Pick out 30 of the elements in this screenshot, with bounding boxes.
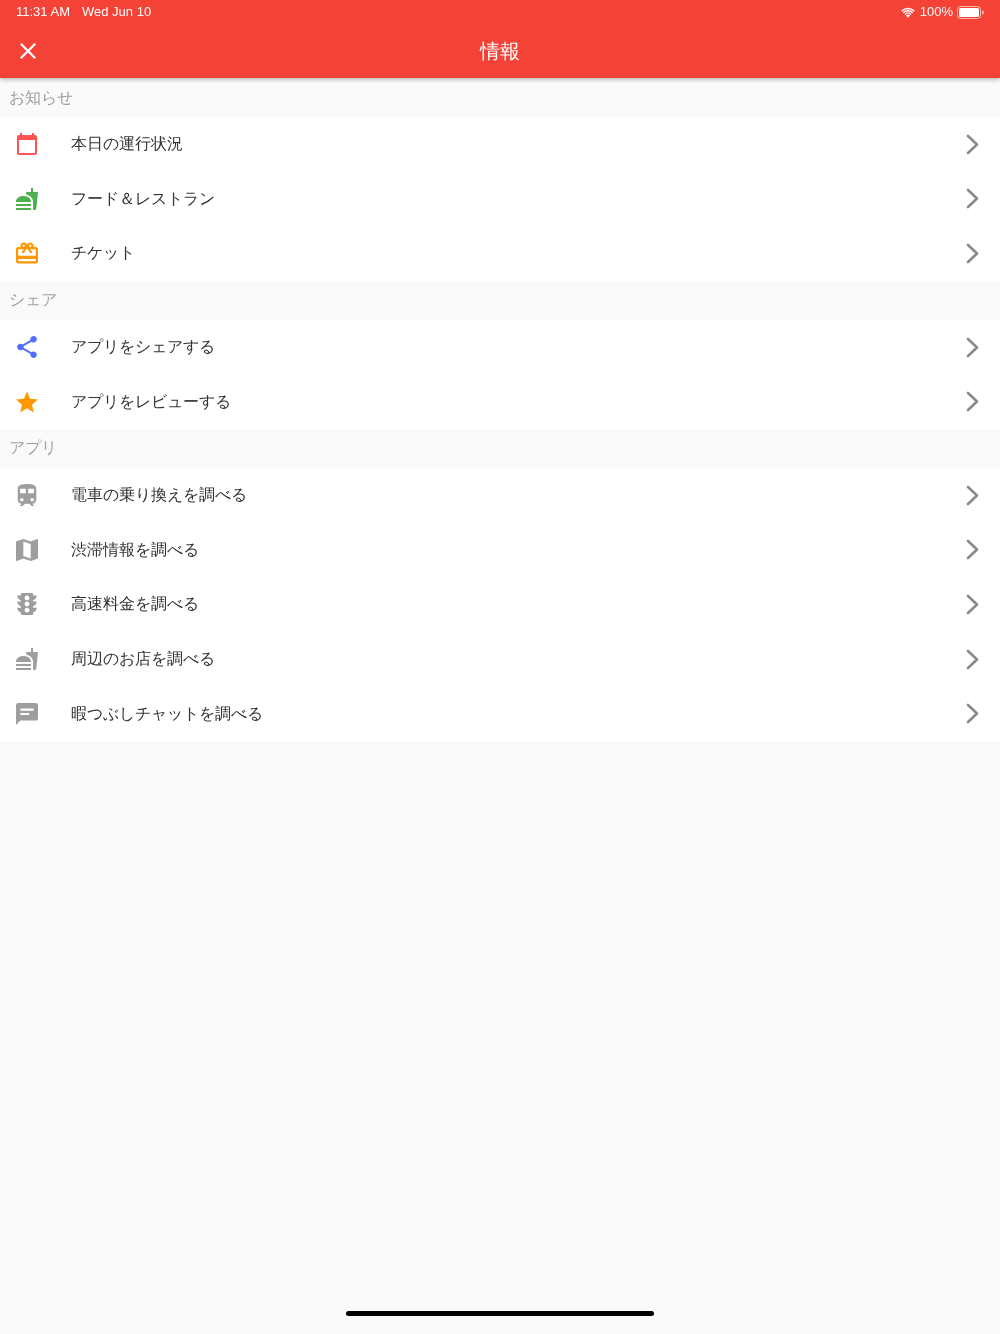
list-item[interactable]: 渋滞情報を調べる: [0, 522, 1000, 578]
header-title: 情報: [480, 39, 520, 64]
list-item[interactable]: 高速料金を調べる: [0, 577, 1000, 632]
section-title: シェア: [9, 290, 57, 311]
list-item[interactable]: アプリをシェアする: [0, 319, 1000, 375]
chevron-right-icon: [966, 648, 979, 670]
chevron-right-icon: [966, 391, 979, 413]
list-item[interactable]: 電車の乗り換えを調べる: [0, 467, 1000, 523]
section-title: お知らせ: [9, 87, 73, 108]
chevron-right-icon: [966, 243, 979, 264]
list-item[interactable]: フード＆レストラン: [0, 171, 1000, 227]
battery-percent: 100%: [919, 3, 953, 22]
chevron-right-icon: [966, 133, 979, 155]
chevron-right-icon: [966, 703, 979, 725]
list-item[interactable]: 周辺のお店を調べる: [0, 631, 1000, 687]
chevron-right-icon: [966, 484, 979, 506]
wifi-icon: [900, 6, 915, 18]
status-time: 11:31 AM: [16, 3, 70, 22]
chevron-right-icon: [966, 336, 979, 358]
chevron-right-icon: [966, 539, 979, 561]
section-title: アプリ: [9, 438, 57, 459]
status-date: Wed Jun 10: [81, 3, 152, 22]
close-icon: [20, 43, 36, 59]
list-item[interactable]: チケット: [0, 226, 1000, 281]
list-item[interactable]: アプリをレビューする: [0, 374, 1000, 429]
chevron-right-icon: [966, 188, 979, 210]
list-item[interactable]: 本日の運行状況: [0, 117, 1000, 172]
list-item[interactable]: 暇つぶしチャットを調べる: [0, 686, 1000, 741]
battery-icon: [957, 5, 984, 19]
chevron-right-icon: [966, 593, 979, 615]
